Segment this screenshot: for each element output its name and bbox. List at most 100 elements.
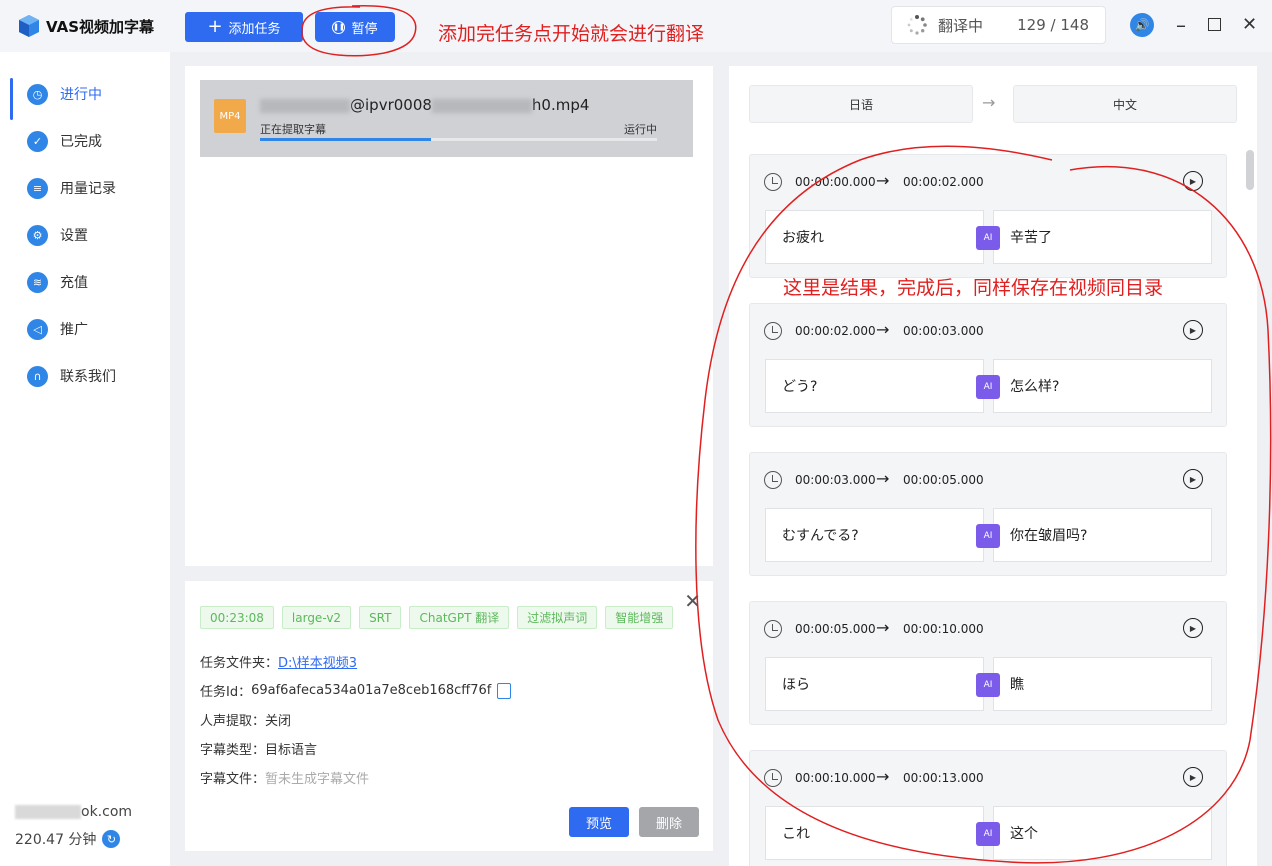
segment-translated-text[interactable]: 这个 (993, 806, 1212, 860)
plus-icon: + (207, 16, 223, 37)
mp4-file-icon: MP4 (214, 99, 246, 133)
task-card[interactable]: MP4 @ipvr0008 h0.mp4 正在提取字幕 运行中 (200, 80, 693, 157)
segment-translated-text[interactable]: 你在皱眉吗? (993, 508, 1212, 562)
megaphone-icon: ◁ (27, 318, 48, 340)
blurred-redaction (431, 98, 532, 113)
tag-translator: ChatGPT 翻译 (409, 606, 510, 629)
annotation-result: 这里是结果，完成后，同样保存在视频同目录 (783, 277, 1164, 299)
gear-icon: ⚙ (27, 224, 48, 246)
preview-button[interactable]: 预览 (569, 807, 629, 837)
status-count: 129 / 148 (1017, 16, 1089, 34)
remaining-minutes: 220.47 分钟 ↻ (15, 829, 121, 849)
task-detail-panel: ✕ 00:23:08 large-v2 SRT ChatGPT 翻译 过滤拟声词… (185, 581, 713, 851)
source-language-select[interactable]: 日语 (749, 85, 973, 123)
target-language-select[interactable]: 中文 (1013, 85, 1237, 123)
sidebar-item-settings[interactable]: ⚙ 设置 (0, 215, 170, 255)
tag-duration: 00:23:08 (200, 606, 274, 629)
loading-spinner-icon (907, 15, 927, 35)
delete-button[interactable]: 删除 (639, 807, 699, 837)
pause-icon: ❚❚ (332, 20, 346, 34)
subtitle-segment: 00:00:00.000 → 00:00:02.000 ▶ お疲れ 辛苦了 AI (749, 154, 1227, 278)
maximize-icon[interactable] (1208, 18, 1222, 32)
sidebar-item-completed[interactable]: ✓ 已完成 (0, 121, 170, 161)
status-label: 翻译中 (938, 16, 984, 35)
blurred-redaction (260, 98, 350, 113)
clock-icon (764, 471, 782, 489)
speaker-icon[interactable]: 🔊 (1130, 13, 1154, 37)
blurred-redaction (15, 805, 81, 819)
task-tags: 00:23:08 large-v2 SRT ChatGPT 翻译 过滤拟声词 智… (200, 606, 674, 629)
clock-icon: ◷ (27, 83, 48, 105)
window-controls: 🔊 – ✕ (1130, 13, 1257, 37)
ai-translate-icon[interactable]: AI (976, 375, 1000, 399)
segment-start: 00:00:10.000 (795, 771, 876, 785)
tag-format: SRT (359, 606, 402, 629)
copy-icon[interactable] (497, 682, 512, 699)
sidebar-item-promote[interactable]: ◁ 推广 (0, 309, 170, 349)
tag-enhance: 智能增强 (605, 606, 674, 629)
play-icon[interactable]: ▶ (1183, 618, 1203, 638)
close-window-icon[interactable]: ✕ (1242, 16, 1257, 34)
segment-translated-text[interactable]: 瞧 (993, 657, 1212, 711)
ai-translate-icon[interactable]: AI (976, 673, 1000, 697)
result-panel: 日语 → 中文 00:00:00.000 → 00:00:02.000 ▶ お疲… (729, 66, 1257, 866)
info-subtitle-file: 字幕文件： 暂未生成字幕文件 (200, 772, 370, 787)
headset-icon: ∩ (27, 365, 48, 387)
sidebar: ◷ 进行中 ✓ 已完成 ≡ 用量记录 ⚙ 设置 ≋ 充值 ◁ 推广 ∩ 联系我们 (0, 52, 170, 866)
sidebar-item-usage[interactable]: ≡ 用量记录 (0, 168, 170, 208)
segment-source-text[interactable]: ほら (765, 657, 984, 711)
ai-translate-icon[interactable]: AI (976, 226, 1000, 250)
arrow-right-icon: → (982, 93, 996, 112)
play-icon[interactable]: ▶ (1183, 469, 1203, 489)
sidebar-item-recharge[interactable]: ≋ 充值 (0, 262, 170, 302)
segment-source-text[interactable]: どう? (765, 359, 984, 413)
task-status-text: 正在提取字幕 (260, 123, 326, 136)
sidebar-item-contact[interactable]: ∩ 联系我们 (0, 356, 170, 396)
segment-source-text[interactable]: これ (765, 806, 984, 860)
translation-status: 翻译中 129 / 148 (891, 6, 1106, 44)
play-icon[interactable]: ▶ (1183, 171, 1203, 191)
close-icon[interactable]: ✕ (684, 589, 701, 613)
play-icon[interactable]: ▶ (1183, 320, 1203, 340)
segment-end: 00:00:10.000 (903, 622, 984, 636)
clock-icon (764, 322, 782, 340)
task-state-text: 运行中 (624, 123, 657, 136)
account-email: ok.com (15, 804, 132, 820)
coins-icon: ≋ (27, 271, 48, 293)
info-folder: 任务文件夹： D:\样本视频3 (200, 652, 357, 671)
segment-translated-text[interactable]: 辛苦了 (993, 210, 1212, 264)
sidebar-item-in-progress[interactable]: ◷ 进行中 (0, 74, 170, 120)
subtitle-segment: 00:00:10.000 → 00:00:13.000 ▶ これ 这个 AI (749, 750, 1227, 866)
segment-end: 00:00:02.000 (903, 175, 984, 189)
subtitle-segment: 00:00:05.000 → 00:00:10.000 ▶ ほら 瞧 AI (749, 601, 1227, 725)
ai-translate-icon[interactable]: AI (976, 524, 1000, 548)
arrow-right-icon: → (876, 767, 890, 786)
ai-translate-icon[interactable]: AI (976, 822, 1000, 846)
info-voice-extract: 人声提取： 关闭 (200, 714, 292, 729)
scrollbar[interactable] (1246, 150, 1254, 190)
arrow-right-icon: → (876, 618, 890, 637)
play-icon[interactable]: ▶ (1183, 767, 1203, 787)
pause-button[interactable]: ❚❚ 暂停 (315, 12, 395, 42)
clock-icon (764, 620, 782, 638)
segment-end: 00:00:03.000 (903, 324, 984, 338)
tag-model: large-v2 (281, 606, 352, 629)
segment-start: 00:00:03.000 (795, 473, 876, 487)
clock-icon (764, 173, 782, 191)
title-bar: VAS视频加字幕 + 添加任务 ❚❚ 暂停 添加完任务点开始就会进行翻译 翻译中… (0, 0, 1272, 52)
tag-filter: 过滤拟声词 (517, 606, 598, 629)
info-task-id: 任务Id： 69af6afeca534a01a7e8ceb168cff76f (200, 681, 512, 700)
refresh-icon[interactable]: ↻ (102, 830, 121, 848)
add-task-button[interactable]: + 添加任务 (185, 12, 303, 42)
segment-start: 00:00:05.000 (795, 622, 876, 636)
segment-source-text[interactable]: お疲れ (765, 210, 984, 264)
segment-end: 00:00:05.000 (903, 473, 984, 487)
subtitle-segment: 00:00:03.000 → 00:00:05.000 ▶ むすんでる? 你在皱… (749, 452, 1227, 576)
minimize-icon[interactable]: – (1174, 15, 1188, 35)
folder-link[interactable]: D:\样本视频3 (278, 652, 357, 671)
arrow-right-icon: → (876, 469, 890, 488)
task-progress-bar (260, 138, 657, 141)
segment-source-text[interactable]: むすんでる? (765, 508, 984, 562)
arrow-right-icon: → (876, 320, 890, 339)
segment-translated-text[interactable]: 怎么样? (993, 359, 1212, 413)
